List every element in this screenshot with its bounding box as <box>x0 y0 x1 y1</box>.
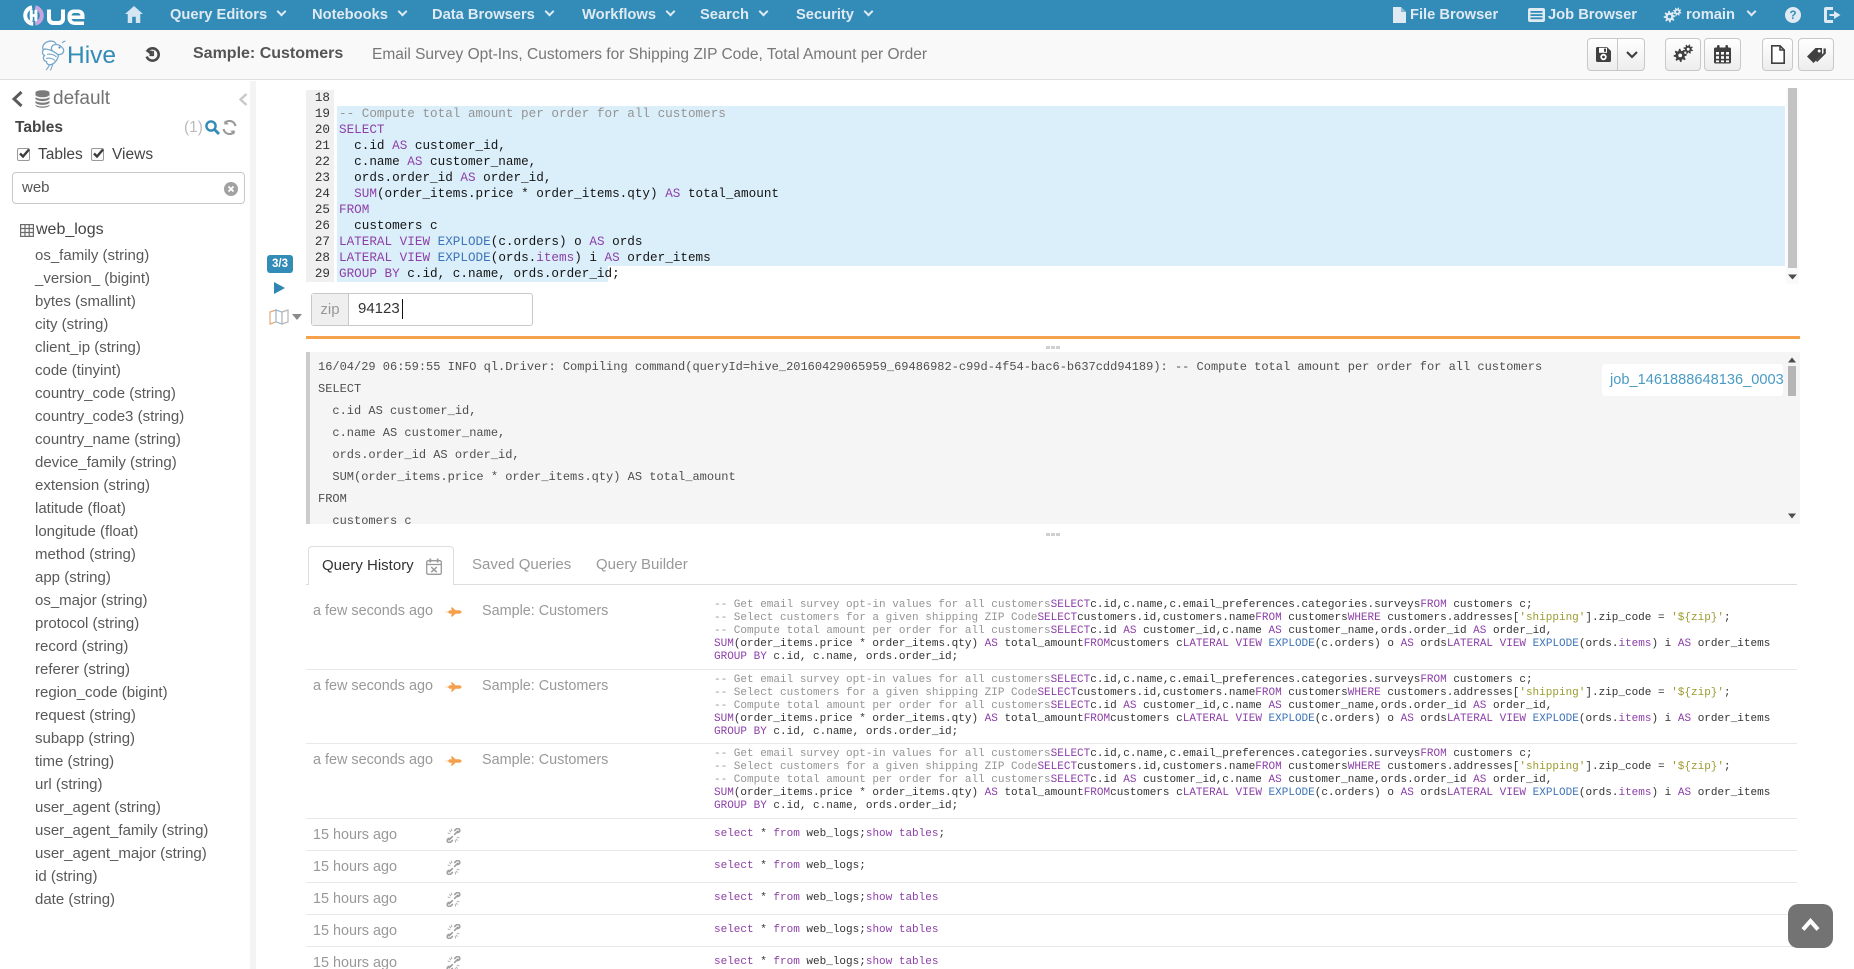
svg-text:?: ? <box>1789 10 1796 22</box>
